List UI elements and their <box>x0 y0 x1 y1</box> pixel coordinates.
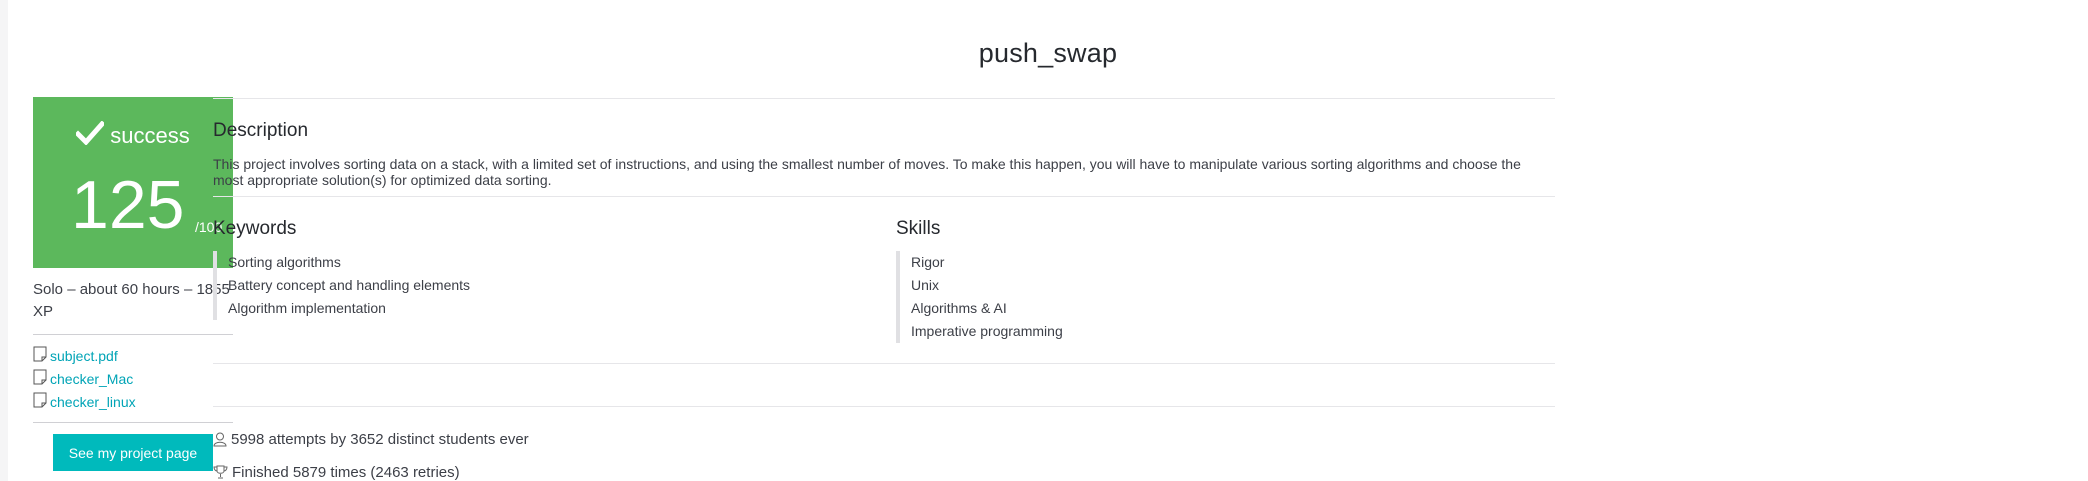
page: push_swap success 125 /100 Solo – about … <box>8 0 2088 481</box>
keywords-heading: Keywords <box>213 218 297 239</box>
divider <box>33 422 233 423</box>
divider <box>33 334 233 335</box>
skills-list: Rigor Unix Algorithms & AI Imperative pr… <box>896 251 1063 343</box>
skill-item: Imperative programming <box>911 323 1063 339</box>
check-icon <box>74 120 106 146</box>
attempts-text: 5998 attempts by 3652 distinct students … <box>231 431 529 448</box>
grade-score: 125 <box>71 167 185 243</box>
finished-stat: Finished 5879 times (2463 retries) <box>213 464 460 481</box>
divider <box>213 98 1555 99</box>
document-icon <box>33 346 47 361</box>
attachment-list: subject.pdf checker_Mac checker_linux <box>33 344 233 413</box>
attachment-link-checker-linux[interactable]: checker_linux <box>33 390 233 413</box>
attachment-link-subject[interactable]: subject.pdf <box>33 344 233 367</box>
keyword-item: Sorting algorithms <box>228 254 341 270</box>
grade-status: success <box>33 120 233 149</box>
user-icon <box>213 432 227 447</box>
keyword-item: Battery concept and handling elements <box>228 277 471 293</box>
description-text: This project involves sorting data on a … <box>213 156 1521 188</box>
attachment-label: checker_linux <box>50 393 136 410</box>
skills-heading: Skills <box>896 218 941 239</box>
project-page-button[interactable]: See my project page <box>53 434 213 471</box>
divider <box>213 406 1555 407</box>
attachment-label: subject.pdf <box>50 347 118 364</box>
document-icon <box>33 369 47 384</box>
attachment-link-checker-mac[interactable]: checker_Mac <box>33 367 233 390</box>
project-title: push_swap <box>978 38 1118 68</box>
skill-item: Unix <box>911 277 940 293</box>
attempts-stat: 5998 attempts by 3652 distinct students … <box>213 431 529 448</box>
finished-text: Finished 5879 times (2463 retries) <box>232 464 460 481</box>
description-heading: Description <box>213 120 309 141</box>
attachment-label: checker_Mac <box>50 370 134 387</box>
trophy-icon <box>213 465 228 479</box>
keyword-item: Algorithm implementation <box>228 300 386 316</box>
divider <box>213 196 1555 197</box>
keywords-list: Sorting algorithms Battery concept and h… <box>213 251 470 320</box>
skill-item: Algorithms & AI <box>911 300 1007 316</box>
skill-item: Rigor <box>911 254 945 270</box>
document-icon <box>33 392 47 407</box>
grade-box: success 125 /100 <box>33 97 233 268</box>
project-meta: Solo – about 60 hours – 1855 XP <box>33 281 230 320</box>
divider <box>213 363 1555 364</box>
grade-status-label: success <box>110 123 190 148</box>
